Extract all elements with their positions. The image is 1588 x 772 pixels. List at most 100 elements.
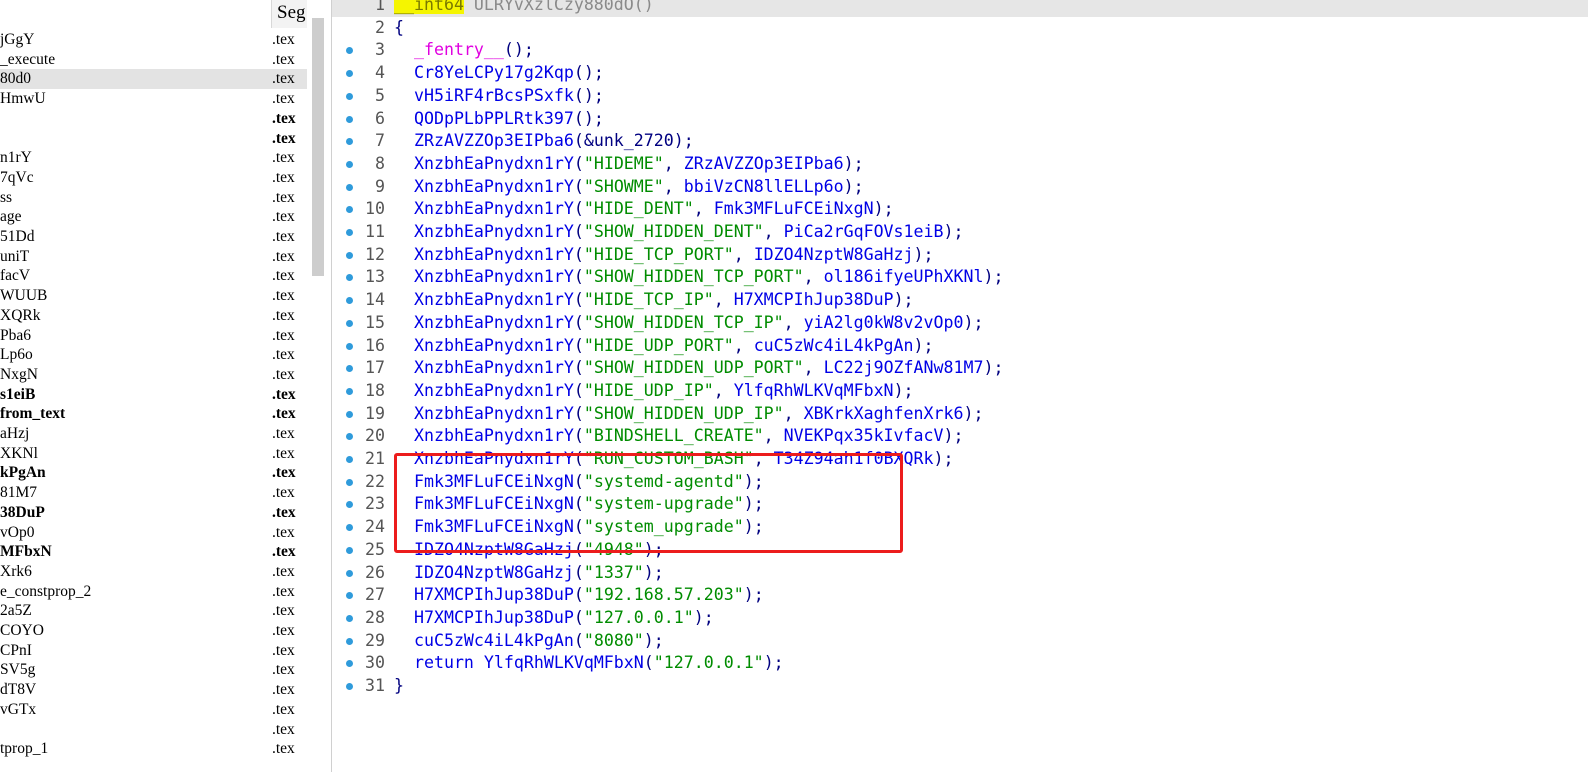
breakpoint-dot-icon[interactable]: [346, 546, 353, 554]
function-row[interactable]: _execute .tex: [0, 50, 307, 70]
breakpoint-dot-icon[interactable]: [346, 433, 353, 441]
breakpoint-dot-icon[interactable]: [346, 47, 353, 55]
function-row[interactable]: 51Dd .tex: [0, 227, 307, 247]
function-row[interactable]: from_text .tex: [0, 404, 307, 424]
function-row[interactable]: WUUB .tex: [0, 286, 307, 306]
function-row[interactable]: 38DuP .tex: [0, 503, 307, 523]
code-line[interactable]: 9 XnzbhEaPnydxn1rY("SHOWME", bbiVzCN8llE…: [332, 176, 1588, 199]
function-row[interactable]: tprop_1 .tex: [0, 739, 307, 759]
function-row[interactable]: aHzj .tex: [0, 424, 307, 444]
function-row[interactable]: SV5g .tex: [0, 660, 307, 680]
code-line[interactable]: 14 XnzbhEaPnydxn1rY("HIDE_TCP_IP", H7XMC…: [332, 289, 1588, 312]
breakpoint-dot-icon[interactable]: [346, 569, 353, 577]
code-line[interactable]: 16 XnzbhEaPnydxn1rY("HIDE_UDP_PORT", cuC…: [332, 335, 1588, 358]
code-line[interactable]: 30 return YlfqRhWLKVqMFbxN("127.0.0.1");: [332, 652, 1588, 675]
breakpoint-dot-icon[interactable]: [346, 478, 353, 486]
function-row[interactable]: HmwU .tex: [0, 89, 307, 109]
function-row[interactable]: kPgAn .tex: [0, 463, 307, 483]
code-line[interactable]: 25 IDZO4NzptW8GaHzj("4948");: [332, 539, 1588, 562]
code-line[interactable]: 7 ZRzAVZZOp3EIPba6(&unk_2720);: [332, 130, 1588, 153]
function-row[interactable]: Xrk6 .tex: [0, 562, 307, 582]
function-row[interactable]: 81M7 .tex: [0, 483, 307, 503]
breakpoint-dot-icon[interactable]: [346, 92, 353, 100]
breakpoint-dot-icon[interactable]: [346, 251, 353, 259]
breakpoint-dot-icon[interactable]: [346, 683, 353, 690]
code-line[interactable]: 27 H7XMCPIhJup38DuP("192.168.57.203");: [332, 584, 1588, 607]
code-line[interactable]: 22 Fmk3MFLuFCEiNxgN("systemd-agentd");: [332, 471, 1588, 494]
code-line[interactable]: 18 XnzbhEaPnydxn1rY("HIDE_UDP_IP", YlfqR…: [332, 380, 1588, 403]
pseudocode-view[interactable]: 1 __int64 ULRYvXzlCzy880dO() 2{3 _fentry__…: [332, 0, 1588, 772]
code-line[interactable]: 17 XnzbhEaPnydxn1rY("SHOW_HIDDEN_UDP_POR…: [332, 357, 1588, 380]
function-row[interactable]: dT8V .tex: [0, 680, 307, 700]
function-row[interactable]: MFbxN .tex: [0, 542, 307, 562]
code-line[interactable]: 13 XnzbhEaPnydxn1rY("SHOW_HIDDEN_TCP_POR…: [332, 266, 1588, 289]
breakpoint-dot-icon[interactable]: [346, 319, 353, 327]
code-line[interactable]: 20 XnzbhEaPnydxn1rY("BINDSHELL_CREATE", …: [332, 425, 1588, 448]
code-line[interactable]: 19 XnzbhEaPnydxn1rY("SHOW_HIDDEN_UDP_IP"…: [332, 403, 1588, 426]
code-line[interactable]: 6 QODpPLbPPLRtk397();: [332, 108, 1588, 131]
code-line[interactable]: 24 Fmk3MFLuFCEiNxgN("system_upgrade");: [332, 516, 1588, 539]
code-line[interactable]: 1 __int64 ULRYvXzlCzy880dO(): [332, 0, 1588, 17]
function-row[interactable]: COYO .tex: [0, 621, 307, 641]
breakpoint-dot-icon[interactable]: [346, 297, 353, 305]
code-line[interactable]: 11 XnzbhEaPnydxn1rY("SHOW_HIDDEN_DENT", …: [332, 221, 1588, 244]
function-row[interactable]: CPnI .tex: [0, 641, 307, 661]
function-row[interactable]: XKNl .tex: [0, 444, 307, 464]
function-row[interactable]: n1rY .tex: [0, 148, 307, 168]
function-row[interactable]: ss .tex: [0, 188, 307, 208]
function-row[interactable]: .tex: [0, 109, 307, 129]
breakpoint-dot-icon[interactable]: [346, 274, 353, 282]
function-row[interactable]: Lp6o .tex: [0, 345, 307, 365]
functions-scrollbar[interactable]: [312, 18, 324, 276]
code-line[interactable]: 29 cuC5zWc4iL4kPgAn("8080");: [332, 630, 1588, 653]
code-line[interactable]: 26 IDZO4NzptW8GaHzj("1337");: [332, 562, 1588, 585]
breakpoint-dot-icon[interactable]: [346, 342, 353, 350]
breakpoint-dot-icon[interactable]: [346, 524, 353, 532]
breakpoint-dot-icon[interactable]: [346, 229, 353, 236]
code-line[interactable]: 23 Fmk3MFLuFCEiNxgN("system-upgrade");: [332, 493, 1588, 516]
function-row[interactable]: 7qVc .tex: [0, 168, 307, 188]
code-line[interactable]: 21 XnzbhEaPnydxn1rY("RUN_CUSTOM_BASH", T…: [332, 448, 1588, 471]
function-row[interactable]: facV .tex: [0, 266, 307, 286]
breakpoint-dot-icon[interactable]: [346, 410, 353, 418]
function-row[interactable]: uniT .tex: [0, 247, 307, 267]
breakpoint-dot-icon[interactable]: [346, 365, 353, 373]
function-row[interactable]: s1eiB .tex: [0, 385, 307, 405]
function-row[interactable]: 2a5Z .tex: [0, 601, 307, 621]
breakpoint-dot-icon[interactable]: [346, 160, 353, 168]
code-line[interactable]: 8 XnzbhEaPnydxn1rY("HIDEME", ZRzAVZZOp3E…: [332, 153, 1588, 176]
segment-column-header[interactable]: Seg: [271, 0, 307, 28]
code-line[interactable]: 31}: [332, 675, 1588, 698]
breakpoint-dot-icon[interactable]: [346, 70, 353, 78]
breakpoint-dot-icon[interactable]: [346, 660, 353, 668]
code-line[interactable]: 5 vH5iRF4rBcsPSxfk();: [332, 85, 1588, 108]
function-row[interactable]: vGTx .tex: [0, 700, 307, 720]
function-row[interactable]: .tex: [0, 720, 307, 740]
code-line[interactable]: 2{: [332, 17, 1588, 40]
breakpoint-dot-icon[interactable]: [346, 637, 353, 645]
function-row[interactable]: 80d0 .tex: [0, 69, 307, 90]
code-line[interactable]: 15 XnzbhEaPnydxn1rY("SHOW_HIDDEN_TCP_IP"…: [332, 312, 1588, 335]
function-row[interactable]: NxgN .tex: [0, 365, 307, 385]
function-row[interactable]: .tex: [0, 129, 307, 149]
breakpoint-dot-icon[interactable]: [346, 456, 353, 463]
function-row[interactable]: e_constprop_2 .tex: [0, 582, 307, 602]
breakpoint-dot-icon[interactable]: [346, 206, 353, 214]
function-row[interactable]: age .tex: [0, 207, 307, 227]
function-row[interactable]: jGgY .tex: [0, 30, 307, 50]
breakpoint-dot-icon[interactable]: [346, 501, 353, 509]
code-line[interactable]: 3 _fentry__();: [332, 39, 1588, 62]
breakpoint-dot-icon[interactable]: [346, 614, 353, 622]
breakpoint-dot-icon[interactable]: [346, 592, 353, 600]
code-line[interactable]: 28 H7XMCPIhJup38DuP("127.0.0.1");: [332, 607, 1588, 630]
function-row[interactable]: Pba6 .tex: [0, 326, 307, 346]
code-line[interactable]: 12 XnzbhEaPnydxn1rY("HIDE_TCP_PORT", IDZ…: [332, 244, 1588, 267]
code-line[interactable]: 4 Cr8YeLCPy17g2Kqp();: [332, 62, 1588, 85]
function-row[interactable]: vOp0 .tex: [0, 523, 307, 543]
function-row[interactable]: XQRk .tex: [0, 306, 307, 326]
breakpoint-dot-icon[interactable]: [346, 115, 353, 123]
breakpoint-dot-icon[interactable]: [346, 138, 353, 146]
breakpoint-dot-icon[interactable]: [346, 387, 353, 395]
breakpoint-dot-icon[interactable]: [346, 183, 353, 191]
code-line[interactable]: 10 XnzbhEaPnydxn1rY("HIDE_DENT", Fmk3MFL…: [332, 198, 1588, 221]
